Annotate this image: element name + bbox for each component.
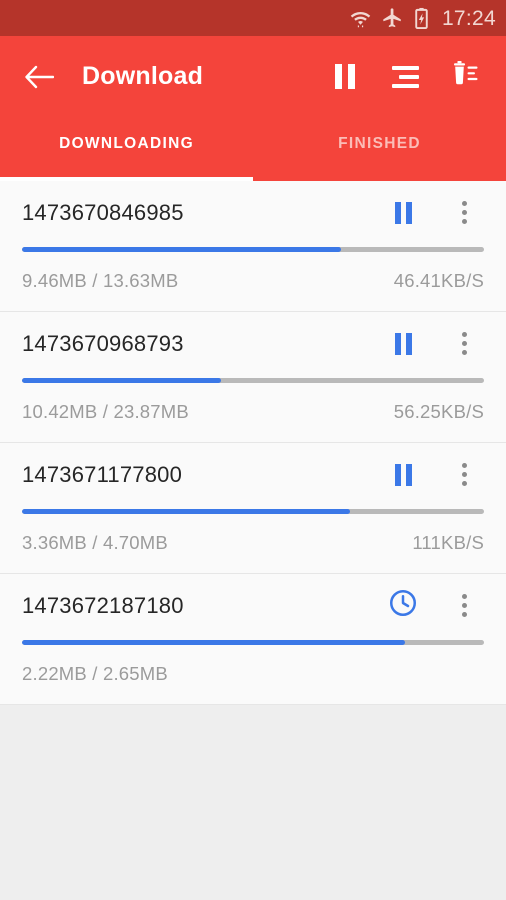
trash-list-icon xyxy=(450,60,480,93)
download-speed: 56.25KB/S xyxy=(393,401,484,422)
download-name: 1473670846985 xyxy=(22,199,184,225)
download-row-actions xyxy=(388,329,484,359)
sort-lines-icon xyxy=(391,65,419,88)
download-size: 2.22MB / 2.65MB xyxy=(22,663,168,684)
progress-fill xyxy=(22,640,406,645)
table-row[interactable]: 1473671177800 3.36MB / 4.70MB 111KB/S xyxy=(0,443,506,574)
status-bar: 17:24 xyxy=(0,0,506,36)
download-speed: 111KB/S xyxy=(412,532,484,553)
airplane-mode-icon xyxy=(381,7,404,29)
download-manager-screen: 17:24 Download DOWNLOADING FINISHED 1473… xyxy=(0,0,506,900)
download-size: 9.46MB / 13.63MB xyxy=(22,270,179,291)
tab-finished[interactable]: FINISHED xyxy=(253,117,506,171)
pause-icon xyxy=(394,463,412,486)
download-size: 3.36MB / 4.70MB xyxy=(22,532,168,553)
app-bar-top-row: Download xyxy=(0,36,506,117)
clock-icon xyxy=(388,588,418,623)
status-bar-clock: 17:24 xyxy=(441,6,496,30)
progress-fill xyxy=(22,509,351,514)
app-bar: Download DOWNLOADING FINISHED xyxy=(0,36,506,181)
pause-button[interactable] xyxy=(388,329,418,359)
progress-fill xyxy=(22,247,341,252)
wifi-data-icon xyxy=(349,7,372,29)
more-vert-icon xyxy=(461,594,467,617)
page-title: Download xyxy=(82,62,204,90)
back-arrow-icon[interactable] xyxy=(22,60,56,94)
download-name: 1473671177800 xyxy=(22,461,183,487)
battery-charging-icon xyxy=(413,7,430,30)
progress-bar xyxy=(22,378,484,383)
more-vert-icon xyxy=(461,463,467,486)
tab-downloading[interactable]: DOWNLOADING xyxy=(0,117,253,171)
pause-button[interactable] xyxy=(388,460,418,490)
pause-button[interactable] xyxy=(388,198,418,228)
overflow-menu-button[interactable] xyxy=(449,198,479,228)
download-row-footer: 2.22MB / 2.65MB xyxy=(22,663,484,685)
progress-bar xyxy=(22,640,484,645)
table-row[interactable]: 1473670968793 10.42MB / 23.87MB 56.25KB/… xyxy=(0,312,506,443)
download-row-footer: 3.36MB / 4.70MB 111KB/S xyxy=(22,532,484,554)
progress-bar xyxy=(22,247,484,252)
table-row[interactable]: 1473670846985 9.46MB / 13.63MB 46.41KB/S xyxy=(0,181,506,312)
pause-all-button[interactable] xyxy=(330,62,360,92)
download-list: 1473670846985 9.46MB / 13.63MB 46.41KB/S xyxy=(0,181,506,705)
overflow-menu-button[interactable] xyxy=(449,460,479,490)
app-bar-actions xyxy=(330,60,492,93)
download-name: 1473670968793 xyxy=(22,330,184,356)
progress-bar xyxy=(22,509,484,514)
download-name: 1473672187180 xyxy=(22,592,184,618)
download-row-footer: 9.46MB / 13.63MB 46.41KB/S xyxy=(22,270,484,292)
sort-button[interactable] xyxy=(390,62,420,92)
more-vert-icon xyxy=(461,201,467,224)
overflow-menu-button[interactable] xyxy=(449,591,479,621)
download-row-header: 1473672187180 xyxy=(22,574,484,637)
progress-fill xyxy=(22,378,221,383)
queued-status-button[interactable] xyxy=(388,588,418,623)
overflow-menu-button[interactable] xyxy=(449,329,479,359)
pause-icon xyxy=(394,332,412,355)
pause-icon xyxy=(394,201,412,224)
tab-bar: DOWNLOADING FINISHED xyxy=(0,117,506,171)
download-size: 10.42MB / 23.87MB xyxy=(22,401,189,422)
more-vert-icon xyxy=(461,332,467,355)
table-row[interactable]: 1473672187180 2.22MB / 2.65MB xyxy=(0,574,506,705)
download-row-actions xyxy=(388,460,484,490)
delete-all-button[interactable] xyxy=(450,60,480,93)
pause-icon xyxy=(335,64,355,89)
download-row-footer: 10.42MB / 23.87MB 56.25KB/S xyxy=(22,401,484,423)
download-speed: 46.41KB/S xyxy=(393,270,484,291)
download-row-actions xyxy=(388,588,484,623)
download-row-header: 1473670846985 xyxy=(22,181,484,244)
download-row-header: 1473671177800 xyxy=(22,443,484,506)
download-row-actions xyxy=(388,198,484,228)
download-row-header: 1473670968793 xyxy=(22,312,484,375)
